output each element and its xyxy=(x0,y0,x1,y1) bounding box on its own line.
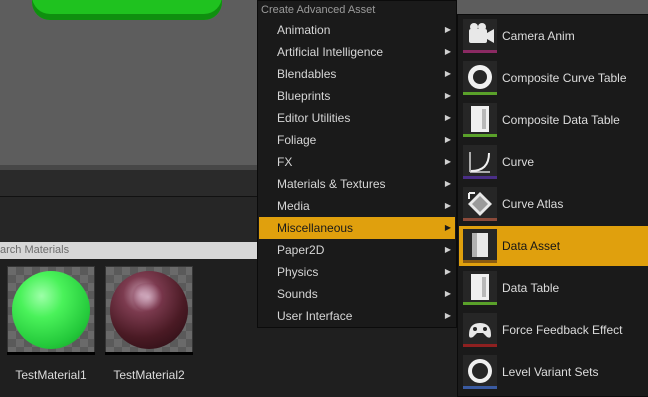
menu-item-label: Blueprints xyxy=(277,89,331,103)
camera-anim-icon xyxy=(463,19,497,53)
submenu-item-label: Camera Anim xyxy=(502,29,575,43)
menu-item-miscellaneous[interactable]: Miscellaneous ▶ xyxy=(259,217,455,239)
submenu-item-data-table[interactable]: Data Table xyxy=(459,268,648,308)
submenu-arrow-icon: ▶ xyxy=(444,267,451,276)
submenu-arrow-icon: ▶ xyxy=(444,25,451,34)
submenu-item-data-asset[interactable]: Data Asset xyxy=(459,226,648,266)
submenu-item-curve[interactable]: Curve xyxy=(459,142,648,182)
submenu-arrow-icon: ▶ xyxy=(444,311,451,320)
menu-item-label: Animation xyxy=(277,23,331,37)
submenu-item-curve-atlas[interactable]: Curve Atlas xyxy=(459,184,648,224)
curve-icon xyxy=(463,145,497,179)
submenu-item-force-feedback-effect[interactable]: Force Feedback Effect xyxy=(459,310,648,350)
submenu-item-level-variant-sets[interactable]: Level Variant Sets xyxy=(459,352,648,392)
submenu-arrow-icon: ▶ xyxy=(444,179,451,188)
curve-atlas-icon xyxy=(463,187,497,221)
menu-item-blendables[interactable]: Blendables ▶ xyxy=(259,63,455,85)
submenu-arrow-icon: ▶ xyxy=(444,289,451,298)
create-advanced-asset-menu: Create Advanced Asset Animation ▶ Artifi… xyxy=(257,0,457,328)
menu-item-media[interactable]: Media ▶ xyxy=(259,195,455,217)
submenu-item-label: Data Table xyxy=(502,281,560,295)
submenu-item-label: Force Feedback Effect xyxy=(502,323,623,337)
force-feedback-icon xyxy=(463,313,497,347)
menu-item-label: User Interface xyxy=(277,309,353,323)
submenu-item-label: Curve xyxy=(502,155,535,169)
material-thumbnail xyxy=(105,266,193,354)
green-material-sphere xyxy=(12,271,90,349)
menu-item-label: Editor Utilities xyxy=(277,111,351,125)
menu-item-physics[interactable]: Physics ▶ xyxy=(259,261,455,283)
menu-item-fx[interactable]: FX ▶ xyxy=(259,151,455,173)
green-cube-mesh[interactable] xyxy=(32,0,222,20)
submenu-arrow-icon: ▶ xyxy=(444,135,451,144)
dark-material-sphere xyxy=(110,271,188,349)
submenu-arrow-icon: ▶ xyxy=(444,245,451,254)
menu-item-foliage[interactable]: Foliage ▶ xyxy=(259,129,455,151)
menu-section-header: Create Advanced Asset xyxy=(261,4,376,16)
data-asset-icon xyxy=(463,229,497,263)
menu-item-label: Artificial Intelligence xyxy=(277,45,384,59)
miscellaneous-submenu: Camera Anim Composite Curve Table Compos… xyxy=(457,14,648,397)
submenu-item-label: Curve Atlas xyxy=(502,197,564,211)
menu-item-label: Foliage xyxy=(277,133,317,147)
menu-item-label: Physics xyxy=(277,265,319,279)
menu-item-label: FX xyxy=(277,155,293,169)
level-variant-sets-icon xyxy=(463,355,497,389)
asset-tile-testmaterial2[interactable]: TestMaterial2 xyxy=(105,266,193,388)
submenu-arrow-icon: ▶ xyxy=(444,113,451,122)
menu-item-label: Materials & Textures xyxy=(277,177,386,191)
submenu-item-label: Composite Data Table xyxy=(502,113,620,127)
menu-item-blueprints[interactable]: Blueprints ▶ xyxy=(259,85,455,107)
composite-curve-table-icon xyxy=(463,61,497,95)
submenu-arrow-icon: ▶ xyxy=(444,47,451,56)
submenu-arrow-icon: ▶ xyxy=(444,69,451,78)
submenu-item-composite-data-table[interactable]: Composite Data Table xyxy=(459,100,648,140)
material-thumbnail xyxy=(7,266,95,354)
menu-item-label: Miscellaneous xyxy=(277,221,354,235)
menu-item-user-interface[interactable]: User Interface ▶ xyxy=(259,305,455,327)
submenu-arrow-icon: ▶ xyxy=(444,223,451,232)
submenu-item-camera-anim[interactable]: Camera Anim xyxy=(459,16,648,56)
submenu-arrow-icon: ▶ xyxy=(444,91,451,100)
menu-item-animation[interactable]: Animation ▶ xyxy=(259,19,455,41)
menu-item-label: Blendables xyxy=(277,67,337,81)
menu-item-paper2d[interactable]: Paper2D ▶ xyxy=(259,239,455,261)
menu-item-editor-utilities[interactable]: Editor Utilities ▶ xyxy=(259,107,455,129)
asset-type-bar xyxy=(105,352,193,355)
submenu-item-composite-curve-table[interactable]: Composite Curve Table xyxy=(459,58,648,98)
submenu-arrow-icon: ▶ xyxy=(444,157,451,166)
asset-label: TestMaterial1 xyxy=(15,368,87,382)
composite-data-table-icon xyxy=(463,103,497,137)
menu-item-label: Paper2D xyxy=(277,243,325,257)
menu-item-sounds[interactable]: Sounds ▶ xyxy=(259,283,455,305)
data-table-icon xyxy=(463,271,497,305)
menu-item-label: Media xyxy=(277,199,310,213)
asset-tile-testmaterial1[interactable]: TestMaterial1 xyxy=(7,266,95,388)
menu-item-materials-textures[interactable]: Materials & Textures ▶ xyxy=(259,173,455,195)
submenu-arrow-icon: ▶ xyxy=(444,201,451,210)
asset-label: TestMaterial2 xyxy=(113,368,185,382)
submenu-item-label: Data Asset xyxy=(502,239,561,253)
submenu-item-label: Composite Curve Table xyxy=(502,71,627,85)
menu-item-label: Sounds xyxy=(277,287,318,301)
menu-item-artificial-intelligence[interactable]: Artificial Intelligence ▶ xyxy=(259,41,455,63)
submenu-item-label: Level Variant Sets xyxy=(502,365,599,379)
search-materials-input[interactable]: arch Materials xyxy=(0,242,258,259)
asset-type-bar xyxy=(7,352,95,355)
